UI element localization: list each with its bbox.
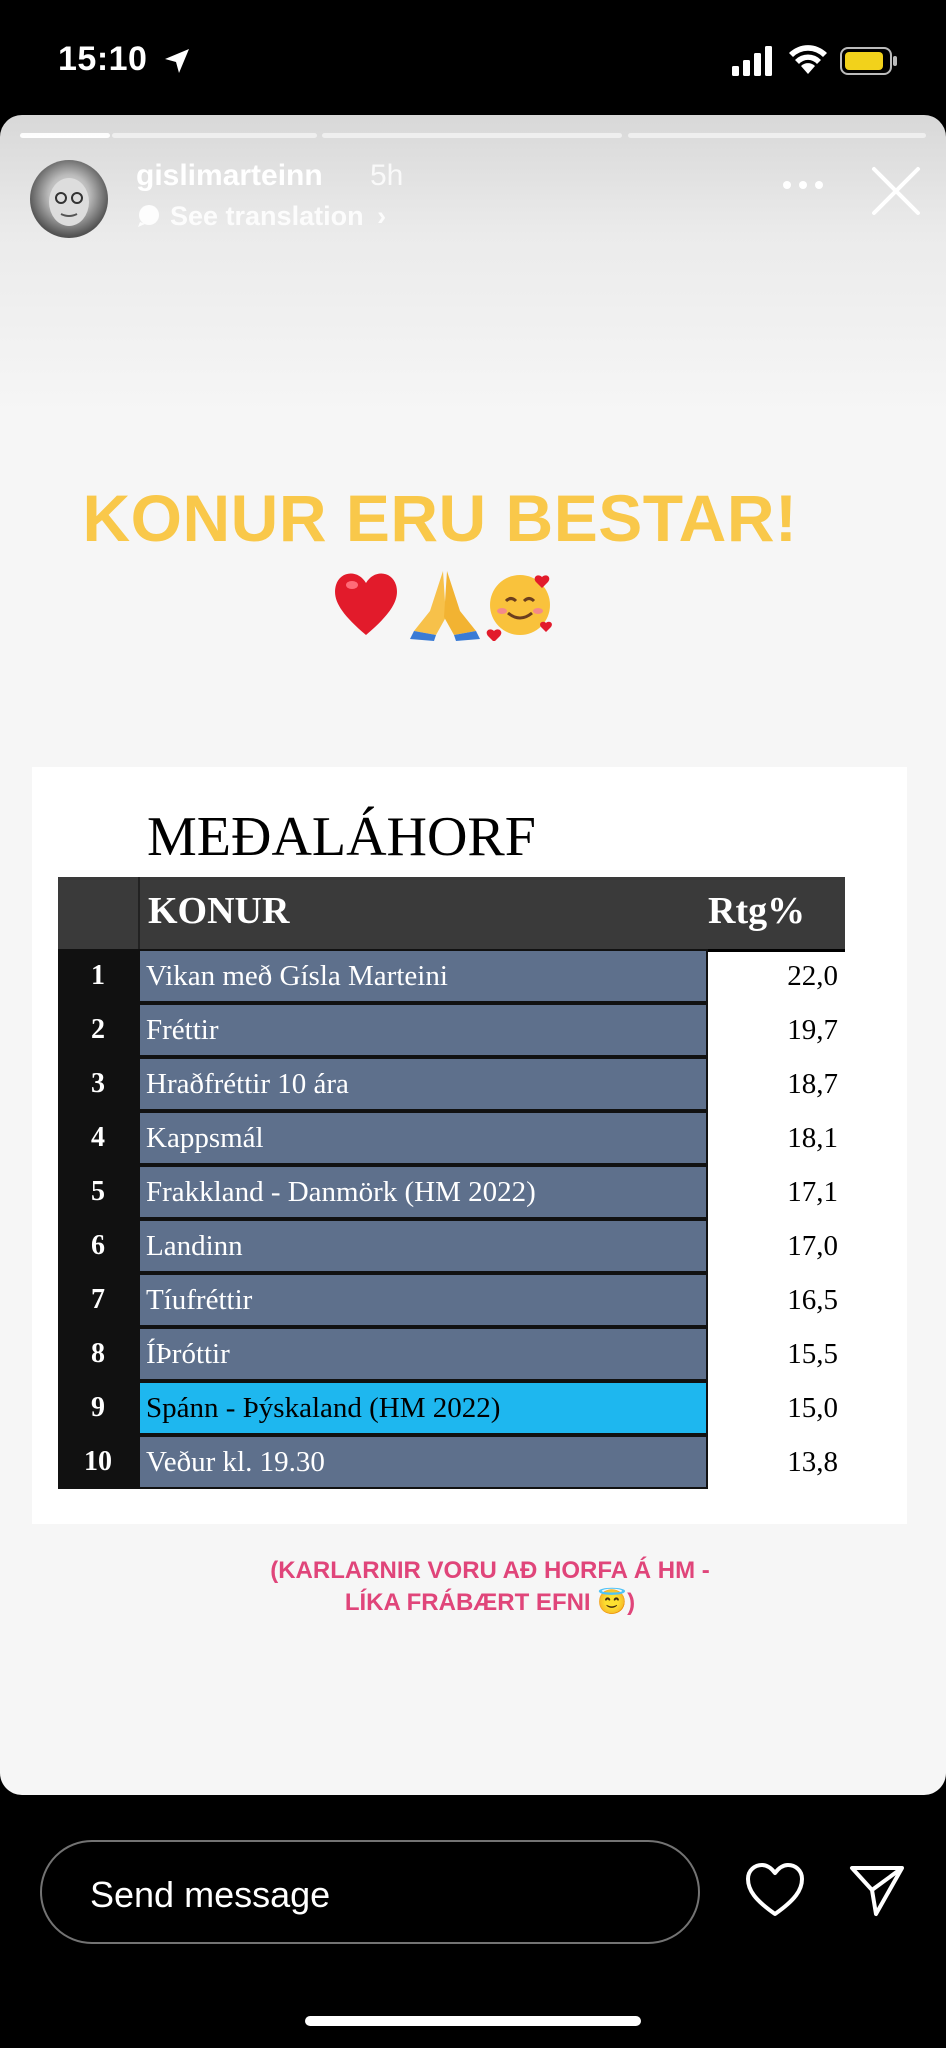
table-row: 4 Kappsmál 18,1 (58, 1111, 845, 1165)
location-arrow-icon (165, 49, 189, 73)
table-header-name: KONUR (148, 890, 290, 932)
table-row: 6 Landinn 17,0 (58, 1219, 845, 1273)
row-value: 19,7 (787, 1014, 838, 1046)
row-rank: 3 (58, 1057, 138, 1111)
avatar[interactable] (30, 160, 108, 238)
row-rank: 1 (58, 949, 138, 1003)
see-translation-label: See translation (170, 201, 364, 231)
row-value: 16,5 (787, 1284, 838, 1316)
row-name: Kappsmál (138, 1111, 708, 1165)
see-translation-link[interactable]: See translation › (136, 201, 386, 232)
red-heart-icon (335, 573, 397, 635)
row-value: 17,0 (787, 1230, 838, 1262)
row-rank: 9 (58, 1381, 138, 1435)
close-icon[interactable] (870, 165, 922, 217)
ratings-table-image: MEÐALÁHORF KONUR Rtg% 1 Vikan með Gísla M… (32, 767, 907, 1524)
status-bar: 15:10 (0, 0, 946, 115)
row-rank: 5 (58, 1165, 138, 1219)
row-rank: 2 (58, 1003, 138, 1057)
row-value: 13,8 (787, 1446, 838, 1478)
row-value: 18,1 (787, 1122, 838, 1154)
send-message-placeholder: Send message (90, 1874, 331, 1915)
smiling-face-with-hearts-icon (486, 575, 552, 641)
row-name: Spánn - Þýskaland (HM 2022) (138, 1381, 708, 1435)
row-rank: 6 (58, 1219, 138, 1273)
table-row: 3 Hraðfréttir 10 ára 18,7 (58, 1057, 845, 1111)
story-progress-segment (322, 133, 622, 138)
row-value: 22,0 (787, 960, 838, 992)
table-row-highlighted: 9 Spánn - Þýskaland (HM 2022) 15,0 (58, 1381, 845, 1435)
row-rank: 8 (58, 1327, 138, 1381)
row-name: ÍÞróttir (138, 1327, 708, 1381)
table-header-value: Rtg% (708, 890, 806, 932)
table-row: 1 Vikan með Gísla Marteini 22,0 (58, 949, 845, 1003)
row-name: Fréttir (138, 1003, 708, 1057)
heart-icon[interactable] (745, 1862, 805, 1918)
table-title: MEÐALÁHORF (147, 806, 536, 868)
folded-hands-icon (410, 571, 480, 641)
row-name: Vikan með Gísla Marteini (138, 949, 708, 1003)
row-value: 15,5 (787, 1338, 838, 1370)
cellular-signal-icon (732, 46, 772, 76)
story-footnote: (KARLARNIR VORU AÐ HORFA Á HM - LÍKA FRÁ… (240, 1555, 740, 1619)
row-rank: 10 (58, 1435, 138, 1489)
table-row: 2 Fréttir 19,7 (58, 1003, 845, 1057)
row-name: Veður kl. 19.30 (138, 1435, 708, 1489)
story-age: 5h (370, 159, 404, 192)
row-name: Hraðfréttir 10 ára (138, 1057, 708, 1111)
more-options-icon[interactable] (780, 175, 826, 195)
table-row: 10 Veður kl. 19.30 13,8 (58, 1435, 845, 1489)
battery-icon (840, 47, 897, 75)
chat-bubble-icon (138, 205, 159, 227)
table-header: KONUR Rtg% (58, 877, 845, 952)
footnote-line-1: (KARLARNIR VORU AÐ HORFA Á HM - (270, 1557, 710, 1584)
row-rank: 4 (58, 1111, 138, 1165)
row-rank: 7 (58, 1273, 138, 1327)
table-rows: 1 Vikan með Gísla Marteini 22,0 2 Fréttir 19… (58, 949, 845, 1489)
send-message-input[interactable]: Send message (40, 1840, 700, 1944)
story-progress-segment (112, 133, 317, 138)
emoji-row (335, 571, 552, 641)
chevron-right-icon: › (377, 201, 387, 231)
clock: 15:10 (58, 40, 148, 78)
row-value: 18,7 (787, 1068, 838, 1100)
avatar-face-icon (49, 178, 89, 226)
wifi-icon (789, 45, 827, 74)
table-row: 8 ÍÞróttir 15,5 (58, 1327, 845, 1381)
row-name: Frakkland - Danmörk (HM 2022) (138, 1165, 708, 1219)
table-header-rank-cell (58, 877, 140, 949)
row-value: 15,0 (787, 1392, 838, 1424)
row-name: Landinn (138, 1219, 708, 1273)
table-row: 5 Frakkland - Danmörk (HM 2022) 17,1 (58, 1165, 845, 1219)
send-icon[interactable] (848, 1860, 906, 1918)
story-username[interactable]: gislimarteinn (136, 159, 323, 193)
home-indicator[interactable] (305, 2016, 641, 2026)
story-progress-segment (20, 133, 110, 138)
story-progress-segment (628, 133, 926, 138)
footnote-line-2: LÍKA FRÁBÆRT EFNI 😇) (344, 1589, 636, 1616)
story-headline: KONUR ERU BESTAR! (82, 481, 798, 555)
row-name: Tíufréttir (138, 1273, 708, 1327)
row-value: 17,1 (787, 1176, 838, 1208)
table-row: 7 Tíufréttir 16,5 (58, 1273, 845, 1327)
story-card[interactable]: gislimarteinn 5h See translation › KONUR… (0, 115, 946, 1795)
